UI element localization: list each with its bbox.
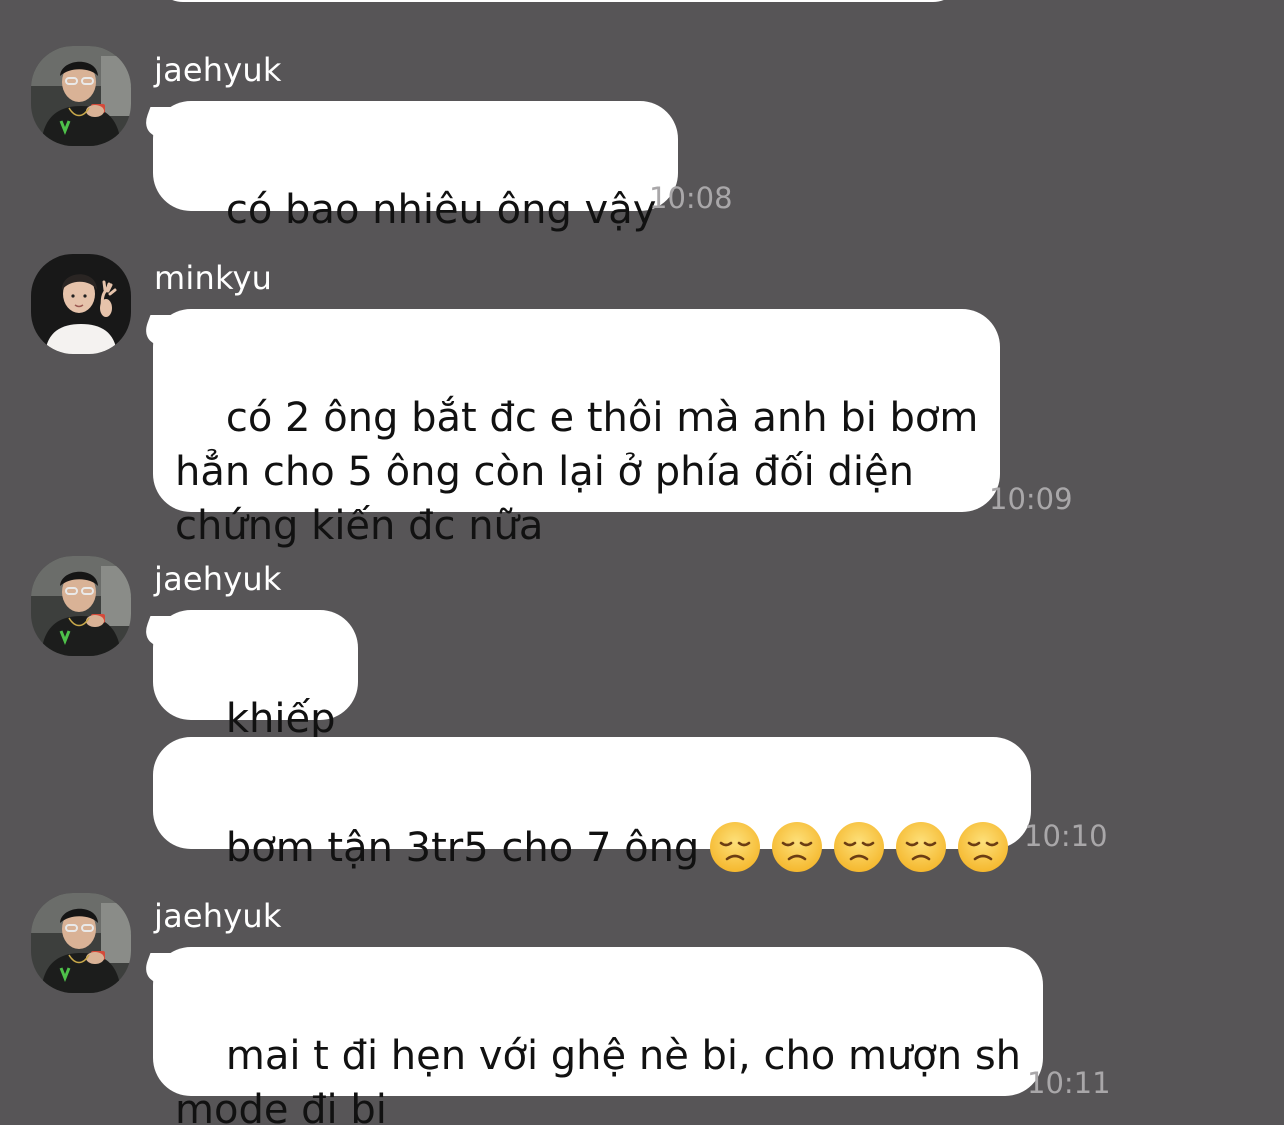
disappointed-face-icon xyxy=(833,821,885,873)
avatar-jaehyuk[interactable] xyxy=(31,556,131,656)
message-bubble[interactable]: bơm tận 3tr5 cho 7 ông xyxy=(153,737,1032,849)
message-text: khiếp xyxy=(225,696,336,742)
user-avatar-icon xyxy=(31,556,131,656)
disappointed-face-icon xyxy=(709,821,761,873)
user-avatar-icon xyxy=(31,893,131,993)
disappointed-face-icon xyxy=(771,821,823,873)
previous-message-bubble xyxy=(153,0,963,2)
message-timestamp: 10:09 xyxy=(989,482,1073,516)
message-bubble[interactable]: có bao nhiêu ông vậy xyxy=(153,101,679,233)
message-timestamp: 10:08 xyxy=(649,181,733,215)
sender-name: jaehyuk xyxy=(154,897,282,935)
message-text: mai t đi hẹn với ghệ nè bi, cho mượn sh … xyxy=(175,1033,1022,1125)
message-timestamp: 10:11 xyxy=(1027,1066,1111,1100)
avatar-jaehyuk[interactable] xyxy=(31,893,131,993)
sender-name: minkyu xyxy=(154,259,273,297)
disappointed-face-icon xyxy=(957,821,1009,873)
message-bubble[interactable]: mai t đi hẹn với ghệ nè bi, cho mượn sh … xyxy=(153,947,1044,1125)
avatar-jaehyuk[interactable] xyxy=(31,46,131,146)
user-avatar-icon xyxy=(31,254,131,354)
message-text: có 2 ông bắt đc e thôi mà anh bi bơm hẳn… xyxy=(175,395,979,549)
message-timestamp: 10:10 xyxy=(1024,819,1108,853)
sender-name: jaehyuk xyxy=(154,560,282,598)
user-avatar-icon xyxy=(31,46,131,146)
sender-name: jaehyuk xyxy=(154,51,282,89)
disappointed-face-icon xyxy=(895,821,947,873)
avatar-minkyu[interactable] xyxy=(31,254,131,354)
message-text: có bao nhiêu ông vậy xyxy=(225,187,657,233)
chat-transcript: jaehyuk có bao nhiêu ông vậy 10:08 minky… xyxy=(0,0,1284,1125)
message-bubble[interactable]: khiếp xyxy=(153,610,358,742)
message-text: bơm tận 3tr5 cho 7 ông xyxy=(225,825,700,871)
message-bubble[interactable]: có 2 ông bắt đc e thôi mà anh bi bơm hẳn… xyxy=(153,309,1001,549)
